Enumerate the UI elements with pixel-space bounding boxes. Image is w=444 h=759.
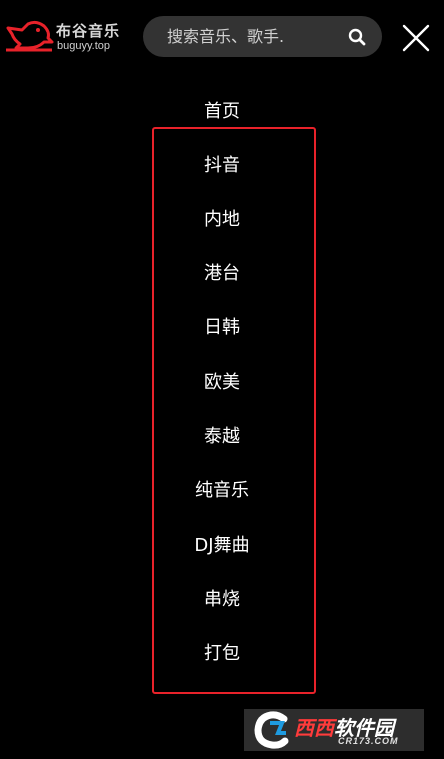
menu-item-home[interactable]: 首页 — [0, 97, 444, 127]
close-icon[interactable] — [402, 24, 430, 52]
menu-item-western[interactable]: 欧美 — [0, 368, 444, 398]
watermark-url: CR173.COM — [338, 736, 399, 746]
bird-logo-icon — [6, 20, 54, 52]
menu-item-medley[interactable]: 串烧 — [0, 585, 444, 615]
logo[interactable]: 布谷音乐 buguyy.top — [4, 18, 124, 58]
logo-subtitle: buguyy.top — [57, 40, 111, 52]
watermark-brand-red: 西西 — [294, 716, 334, 740]
search-box[interactable] — [143, 16, 382, 57]
search-icon[interactable] — [348, 28, 366, 46]
logo-title: 布谷音乐 — [56, 22, 121, 40]
menu-item-bundle[interactable]: 打包 — [0, 639, 444, 669]
watermark: 西西软件园 CR173.COM — [244, 709, 424, 751]
menu-item-thai-viet[interactable]: 泰越 — [0, 422, 444, 452]
menu-item-hk-tw[interactable]: 港台 — [0, 259, 444, 289]
menu-item-jp-kr[interactable]: 日韩 — [0, 313, 444, 343]
menu-item-instrumental[interactable]: 纯音乐 — [0, 476, 444, 506]
menu-item-douyin[interactable]: 抖音 — [0, 151, 444, 181]
watermark-logo-icon — [254, 711, 289, 749]
search-input[interactable] — [167, 16, 337, 57]
menu-item-dj[interactable]: DJ舞曲 — [0, 531, 444, 561]
menu-item-mainland[interactable]: 内地 — [0, 205, 444, 235]
